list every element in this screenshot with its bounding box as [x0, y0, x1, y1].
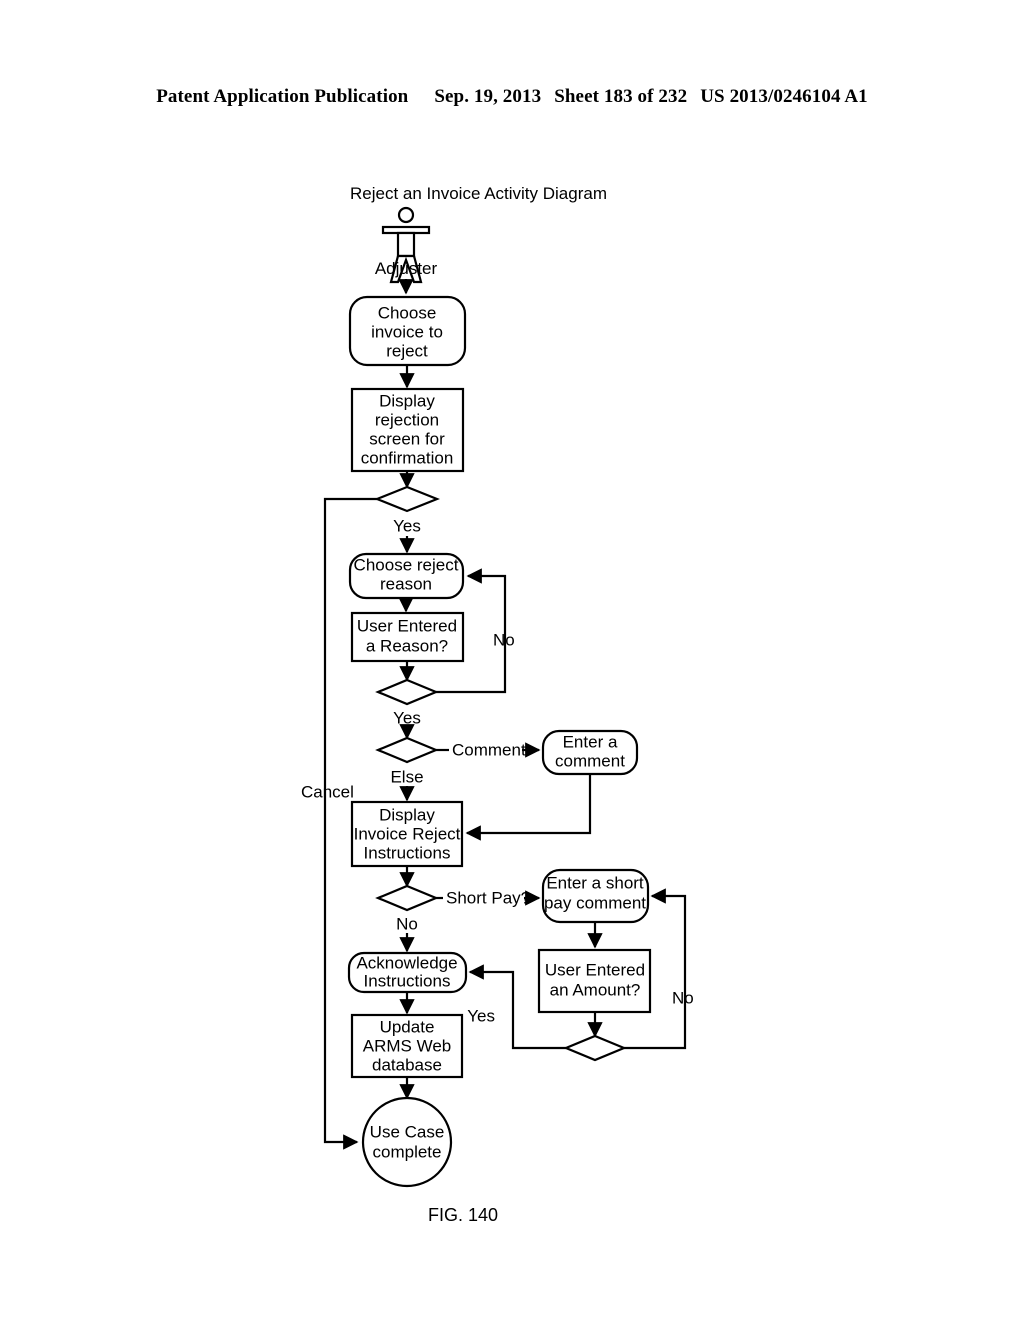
- node-enter-comment-line1: Enter a: [563, 732, 618, 751]
- edge-label-short-pay: Short Pay?: [446, 888, 530, 907]
- diagram-title: Reject an Invoice Activity Diagram: [350, 184, 607, 203]
- node-choose-invoice-line1: Choose: [378, 303, 437, 322]
- activity-diagram: Reject an Invoice Activity Diagram Adjus…: [301, 184, 694, 1225]
- node-choose-invoice-line3: reject: [386, 341, 428, 360]
- node-update-db-line2: ARMS Web: [363, 1036, 452, 1055]
- node-user-reason-line1: User Entered: [357, 616, 457, 635]
- edge-label-cancel: Cancel: [301, 782, 354, 801]
- decision-amount-entered: [563, 1034, 627, 1062]
- decision-short-pay: [375, 884, 439, 912]
- node-user-entered-amount: User Entered an Amount?: [537, 948, 652, 1014]
- node-display-instructions-line3: Instructions: [364, 843, 451, 862]
- decision-confirm-rejection: [374, 485, 440, 513]
- edge-label-reason-yes: Yes: [393, 708, 421, 727]
- node-enter-short-pay-comment: Enter a short pay comment: [541, 868, 650, 924]
- node-use-case-complete: Use Case complete: [361, 1096, 453, 1188]
- node-user-amount-line1: User Entered: [545, 960, 645, 979]
- node-choose-reason-line1: Choose reject: [354, 555, 459, 574]
- node-short-pay-comment-line2: pay comment: [544, 893, 646, 912]
- patent-page: Patent Application Publication Sep. 19, 2…: [0, 0, 1024, 1320]
- node-user-amount-line2: an Amount?: [550, 980, 641, 999]
- edge-label-reason-no: No: [493, 630, 515, 649]
- node-choose-reject-reason: Choose reject reason: [348, 552, 465, 600]
- node-choose-invoice: Choose invoice to reject: [348, 295, 467, 367]
- node-use-case-complete-line1: Use Case: [370, 1122, 445, 1141]
- node-display-invoice-reject-instructions: Display Invoice Reject Instructions: [350, 800, 464, 868]
- edge-label-else: Else: [390, 767, 423, 786]
- node-short-pay-comment-line1: Enter a short: [546, 873, 644, 892]
- edge-label-amount-yes: Yes: [467, 1006, 495, 1025]
- node-display-rejection-line4: confirmation: [361, 448, 454, 467]
- node-choose-invoice-line2: invoice to: [371, 322, 443, 341]
- node-user-entered-reason: User Entered a Reason?: [350, 611, 465, 663]
- edge-label-amount-no: No: [672, 988, 694, 1007]
- edge-label-confirm-yes: Yes: [393, 516, 421, 535]
- edge-comment-return: [465, 774, 592, 841]
- node-choose-reason-line2: reason: [380, 574, 432, 593]
- node-display-instructions-line1: Display: [379, 805, 435, 824]
- node-display-rejection-line2: rejection: [375, 410, 439, 429]
- node-display-rejection-screen: Display rejection screen for confirmatio…: [350, 387, 465, 473]
- figure-caption: FIG. 140: [428, 1205, 498, 1225]
- edge-label-comment: Comment: [452, 740, 526, 759]
- decision-reason-entered: [375, 678, 439, 706]
- actor-label-adjuster: Adjuster: [375, 259, 438, 278]
- node-acknowledge-line1: Acknowledge: [356, 953, 457, 972]
- node-display-rejection-line1: Display: [379, 391, 435, 410]
- node-display-instructions-line2: Invoice Reject: [354, 824, 461, 843]
- node-update-db-line3: database: [372, 1055, 442, 1074]
- node-display-rejection-line3: screen for: [369, 429, 445, 448]
- node-user-reason-line2: a Reason?: [366, 636, 448, 655]
- decision-comment: [375, 736, 439, 764]
- node-enter-comment-line2: comment: [555, 751, 625, 770]
- node-enter-comment: Enter a comment: [541, 729, 639, 776]
- node-acknowledge-line2: Instructions: [364, 971, 451, 990]
- node-update-arms-web-database: Update ARMS Web database: [350, 1013, 464, 1079]
- edge-label-short-pay-no: No: [396, 914, 418, 933]
- node-acknowledge-instructions: Acknowledge Instructions: [347, 951, 468, 994]
- node-update-db-line1: Update: [380, 1017, 435, 1036]
- node-use-case-complete-line2: complete: [373, 1142, 442, 1161]
